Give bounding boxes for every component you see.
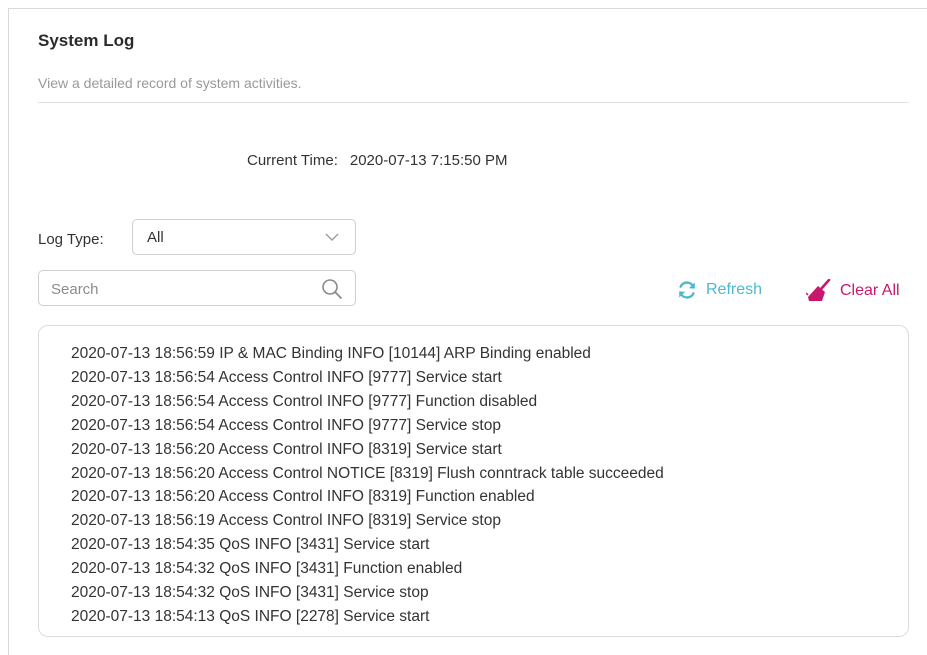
search-input[interactable] xyxy=(51,278,301,300)
chevron-down-icon xyxy=(325,233,339,241)
log-entry: 2020-07-13 18:56:54 Access Control INFO … xyxy=(71,416,501,434)
log-type-select[interactable]: All xyxy=(132,219,356,255)
search-box xyxy=(38,270,356,306)
refresh-label: Refresh xyxy=(706,281,763,298)
log-type-label: Log Type: xyxy=(38,231,104,248)
log-entry: 2020-07-13 18:54:35 QoS INFO [3431] Serv… xyxy=(71,536,430,554)
refresh-button[interactable]: Refresh xyxy=(676,279,762,301)
log-entry: 2020-07-13 18:54:13 QoS INFO [2278] Serv… xyxy=(71,607,430,625)
current-time-label: Current Time: xyxy=(247,152,338,169)
divider xyxy=(38,102,909,103)
page-title: System Log xyxy=(38,31,135,50)
clear-all-label: Clear All xyxy=(840,282,900,299)
current-time-value: 2020-07-13 7:15:50 PM xyxy=(349,152,508,169)
current-time-row: Current Time: 2020-07-13 7:15:50 PM xyxy=(247,152,507,169)
log-list[interactable]: 2020-07-13 18:56:59 IP & MAC Binding INF… xyxy=(38,325,909,637)
log-entry: 2020-07-13 18:54:32 QoS INFO [3431] Func… xyxy=(71,560,463,578)
log-entry: 2020-07-13 18:56:54 Access Control INFO … xyxy=(71,368,502,386)
log-entry: 2020-07-13 18:56:54 Access Control INFO … xyxy=(71,392,538,410)
log-entry: 2020-07-13 18:56:19 Access Control INFO … xyxy=(71,512,501,530)
search-icon[interactable] xyxy=(321,278,343,300)
log-entry: 2020-07-13 18:54:32 QoS INFO [3431] Serv… xyxy=(71,584,429,602)
system-log-panel: System Log View a detailed record of sys… xyxy=(8,8,927,655)
log-entry: 2020-07-13 18:56:20 Access Control INFO … xyxy=(71,440,502,458)
log-entry: 2020-07-13 18:56:20 Access Control INFO … xyxy=(71,488,535,506)
log-entry: 2020-07-13 18:56:20 Access Control NOTIC… xyxy=(71,464,664,482)
log-type-selected-value: All xyxy=(147,229,164,246)
broom-icon xyxy=(806,279,831,301)
refresh-icon xyxy=(679,281,695,299)
log-entry: 2020-07-13 18:56:59 IP & MAC Binding INF… xyxy=(71,345,591,362)
clear-all-button[interactable]: Clear All xyxy=(806,279,900,303)
page-subtitle: View a detailed record of system activit… xyxy=(38,75,302,91)
